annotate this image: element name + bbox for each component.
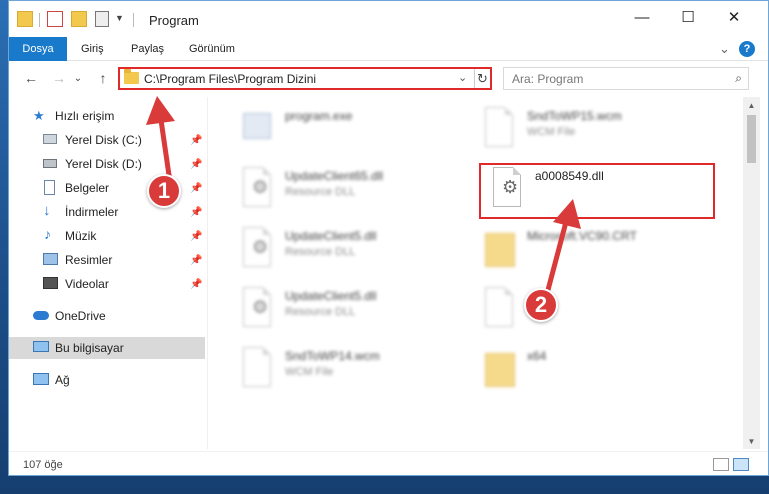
- refresh-button[interactable]: ↻: [474, 69, 490, 88]
- dll-icon: ⚙: [239, 167, 275, 211]
- sidebar-item-downloads[interactable]: ↓ İndirmeler 📌: [9, 201, 205, 223]
- sidebar-item-local-disk-c[interactable]: Yerel Disk (C:) 📌: [9, 129, 205, 151]
- file-item[interactable]: ⚙ UpdateClient5.dll Resource DLL: [239, 285, 489, 347]
- sidebar-item-onedrive[interactable]: OneDrive: [9, 305, 205, 327]
- search-icon[interactable]: ⌕: [735, 71, 742, 86]
- file-icon: [239, 347, 275, 391]
- search-box[interactable]: Ara: Program ⌕: [503, 67, 749, 90]
- status-bar: 107 öğe: [9, 451, 768, 475]
- expand-ribbon-icon[interactable]: ⌄: [719, 37, 730, 61]
- videos-icon: [43, 277, 58, 289]
- window-title: Program: [149, 13, 199, 28]
- pin-icon[interactable]: 📌: [190, 135, 202, 146]
- back-button[interactable]: ←: [21, 69, 41, 87]
- file-highlight-box: [479, 163, 715, 219]
- pictures-icon: [43, 253, 58, 265]
- pin-icon[interactable]: 📌: [190, 207, 202, 218]
- customize-icon[interactable]: [95, 11, 109, 27]
- scroll-up-icon[interactable]: ▲: [743, 97, 760, 113]
- folder-icon: [481, 347, 517, 391]
- folder-icon: [17, 11, 33, 27]
- pin-icon[interactable]: 📌: [190, 231, 202, 242]
- new-folder-icon[interactable]: [71, 11, 87, 27]
- pane-divider[interactable]: [207, 97, 208, 449]
- sidebar-item-this-pc[interactable]: Bu bilgisayar: [9, 337, 205, 359]
- sidebar-item-network[interactable]: Ağ: [9, 369, 205, 391]
- maximize-button[interactable]: ☐: [665, 1, 711, 33]
- drive-icon: [43, 134, 57, 144]
- large-icons-view-icon[interactable]: [733, 458, 749, 471]
- pin-icon[interactable]: 📌: [190, 255, 202, 266]
- close-button[interactable]: ✕: [711, 1, 757, 33]
- sidebar-item-videos[interactable]: Videolar 📌: [9, 273, 205, 295]
- tab-file[interactable]: Dosya: [9, 37, 67, 61]
- tab-view[interactable]: Görünüm: [189, 37, 235, 61]
- file-item[interactable]: ⚙ UpdateClient5.dll Resource DLL: [239, 225, 489, 287]
- file-item[interactable]: SndToWP14.wcm WCM File: [239, 345, 489, 407]
- dll-icon: ⚙: [239, 287, 275, 331]
- folder-item[interactable]: x64: [481, 345, 731, 407]
- sidebar-item-local-disk-d[interactable]: Yerel Disk (D:) 📌: [9, 153, 205, 175]
- title-bar: ▼ Program — ☐ ✕: [9, 1, 768, 39]
- sidebar-item-music[interactable]: ♪ Müzik 📌: [9, 225, 205, 247]
- address-row: ← → ⌄ ↑ C:\Program Files\Program Dizini …: [9, 61, 768, 95]
- computer-icon: [33, 341, 49, 352]
- address-path[interactable]: C:\Program Files\Program Dizini: [144, 72, 316, 86]
- documents-icon: [44, 180, 55, 195]
- exe-icon: [239, 107, 275, 151]
- file-item[interactable]: [481, 285, 731, 347]
- help-icon[interactable]: ?: [739, 41, 755, 57]
- details-view-icon[interactable]: [713, 458, 729, 471]
- pin-icon[interactable]: 📌: [190, 183, 202, 194]
- drive-icon: [43, 159, 57, 168]
- pin-icon[interactable]: 📌: [190, 279, 202, 290]
- up-button[interactable]: ↑: [93, 69, 113, 87]
- scroll-thumb[interactable]: [747, 115, 756, 163]
- quick-access-dropdown-icon[interactable]: ▼: [115, 13, 131, 29]
- properties-icon[interactable]: [47, 11, 63, 27]
- star-icon: ★: [33, 108, 45, 123]
- item-count: 107 öğe: [23, 459, 63, 471]
- vertical-scrollbar[interactable]: ▲ ▼: [743, 97, 760, 449]
- tab-home[interactable]: Giriş: [81, 37, 104, 61]
- address-dropdown-icon[interactable]: ⌄: [458, 71, 467, 84]
- ribbon: Dosya Giriş Paylaş Görünüm ⌄ ?: [9, 37, 768, 61]
- forward-button[interactable]: →: [49, 69, 69, 87]
- divider: [39, 13, 40, 27]
- explorer-window: ▼ Program — ☐ ✕ Dosya Giriş Paylaş Görün…: [8, 0, 769, 476]
- sidebar-item-pictures[interactable]: Resimler 📌: [9, 249, 205, 271]
- search-input[interactable]: Ara: Program: [512, 72, 583, 86]
- file-item[interactable]: ⚙ UpdateClient65.dll Resource DLL: [239, 165, 489, 227]
- pin-icon[interactable]: 📌: [190, 159, 202, 170]
- music-icon: ♪: [44, 226, 51, 242]
- file-list: program.exe SndToWP15.wcm WCM File ⚙ Upd…: [209, 97, 743, 449]
- network-icon: [33, 373, 49, 385]
- folder-icon: [481, 227, 517, 271]
- dll-icon: ⚙: [239, 227, 275, 271]
- tab-share[interactable]: Paylaş: [131, 37, 164, 61]
- file-icon: [481, 107, 517, 151]
- file-item[interactable]: SndToWP15.wcm WCM File: [481, 105, 731, 167]
- navigation-pane: ★ Hızlı erişim Yerel Disk (C:) 📌 Yerel D…: [9, 97, 205, 449]
- download-icon: ↓: [43, 202, 51, 219]
- recent-locations-button[interactable]: ⌄: [71, 69, 85, 87]
- file-item[interactable]: program.exe: [239, 105, 489, 167]
- divider: [133, 13, 134, 27]
- address-bar[interactable]: C:\Program Files\Program Dizini ⌄ ↻: [118, 67, 492, 90]
- cloud-icon: [33, 311, 49, 320]
- step-badge-1: 1: [147, 174, 181, 208]
- step-badge-2: 2: [524, 288, 558, 322]
- folder-icon: [124, 69, 139, 84]
- folder-item[interactable]: Microsoft.VC90.CRT: [481, 225, 731, 287]
- file-icon: [481, 287, 517, 331]
- scroll-down-icon[interactable]: ▼: [743, 433, 760, 449]
- minimize-button[interactable]: —: [619, 1, 665, 33]
- sidebar-item-quick-access[interactable]: ★ Hızlı erişim: [9, 105, 205, 127]
